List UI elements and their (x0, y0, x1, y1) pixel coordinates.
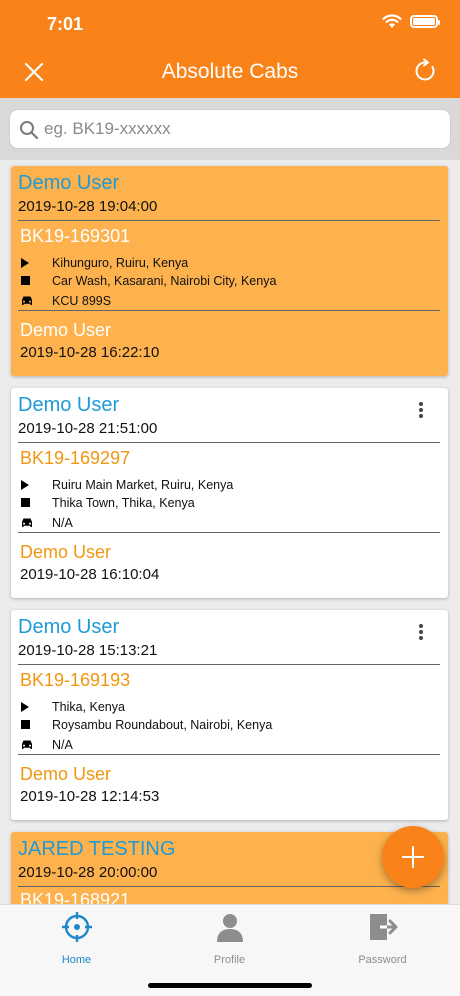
pickup-address: Ruiru Main Market, Ruiru, Kenya (52, 478, 234, 492)
vehicle-row: N/A (20, 516, 73, 530)
tab-profile[interactable]: Profile (153, 911, 306, 966)
add-booking-button[interactable] (382, 826, 444, 888)
car-icon (20, 295, 40, 307)
pickup-row: Kihunguro, Ruiru, Kenya (20, 256, 188, 270)
dropoff-icon (20, 497, 40, 509)
created-by: Demo User (20, 764, 112, 784)
person-icon (216, 914, 243, 942)
search-icon (20, 121, 39, 140)
booking-ref: BK19-168921 (20, 890, 131, 904)
created-at: 2019-10-28 16:10:04 (20, 566, 160, 583)
tab-label: Password (358, 954, 407, 966)
dropoff-row: Thika Town, Thika, Kenya (20, 496, 195, 510)
vehicle-plate: N/A (52, 516, 73, 530)
customer-name: Demo User (18, 172, 120, 194)
pickup-address: Kihunguro, Ruiru, Kenya (52, 256, 189, 270)
pickup-icon (20, 701, 40, 713)
pickup-icon (20, 479, 40, 491)
search-input[interactable] (44, 110, 442, 148)
created-at: 2019-10-28 12:14:53 (20, 788, 160, 805)
booking-card[interactable]: Demo User 2019-10-28 15:13:21 BK19-16919… (11, 610, 448, 820)
booking-ref: BK19-169297 (20, 448, 131, 468)
divider (18, 532, 440, 533)
divider (18, 442, 440, 443)
scheduled-time: 2019-10-28 21:51:00 (18, 420, 158, 437)
pickup-icon (20, 257, 40, 269)
divider (18, 886, 440, 887)
tab-label: Profile (213, 954, 246, 966)
pickup-address: Thika, Kenya (52, 700, 125, 714)
divider (18, 220, 440, 221)
divider (18, 664, 440, 665)
crosshair-icon (61, 912, 92, 942)
dropoff-icon (20, 275, 40, 287)
dropoff-address: Thika Town, Thika, Kenya (52, 496, 195, 510)
customer-name: Demo User (18, 616, 120, 638)
tab-password[interactable]: Password (306, 911, 459, 966)
vehicle-row: N/A (20, 738, 73, 752)
dropoff-address: Car Wash, Kasarani, Nairobi City, Kenya (52, 274, 277, 288)
booking-ref: BK19-169301 (20, 226, 131, 246)
customer-name: Demo User (18, 394, 120, 416)
vehicle-row: KCU 899S (20, 294, 111, 308)
scheduled-time: 2019-10-28 20:00:00 (18, 864, 158, 881)
vehicle-plate: N/A (52, 738, 73, 752)
status-time: 7:01 (47, 14, 84, 34)
booking-card[interactable]: Demo User 2019-10-28 19:04:00 BK19-16930… (11, 166, 448, 376)
search-box[interactable] (9, 109, 451, 149)
dropoff-row: Roysambu Roundabout, Nairobi, Kenya (20, 718, 272, 732)
more-options-icon[interactable] (418, 624, 424, 642)
tab-bar: Home Profile Password (0, 904, 460, 996)
pickup-row: Thika, Kenya (20, 700, 125, 714)
booking-card[interactable]: Demo User 2019-10-28 21:51:00 BK19-16929… (11, 388, 448, 598)
scheduled-time: 2019-10-28 19:04:00 (18, 198, 158, 215)
booking-ref: BK19-169193 (20, 670, 131, 690)
more-options-icon[interactable] (418, 402, 424, 420)
booking-list: Demo User 2019-10-28 19:04:00 BK19-16930… (0, 160, 460, 904)
dropoff-icon (20, 719, 40, 731)
divider (18, 310, 440, 311)
wifi-icon (382, 14, 402, 28)
scheduled-time: 2019-10-28 15:13:21 (18, 642, 158, 659)
status-icons (382, 14, 440, 29)
battery-icon (410, 15, 440, 28)
tab-home[interactable]: Home (0, 911, 153, 966)
refresh-icon[interactable] (412, 58, 438, 84)
created-at: 2019-10-28 16:22:10 (20, 344, 160, 361)
booking-card[interactable]: JARED TESTING 2019-10-28 20:00:00 BK19-1… (11, 832, 448, 904)
home-indicator (148, 983, 312, 988)
pickup-row: Ruiru Main Market, Ruiru, Kenya (20, 478, 233, 492)
created-by: Demo User (20, 542, 112, 562)
divider (18, 754, 440, 755)
tab-label: Home (61, 954, 92, 966)
customer-name: JARED TESTING (18, 838, 176, 860)
car-icon (20, 739, 40, 751)
logout-icon (369, 914, 397, 940)
vehicle-plate: KCU 899S (52, 294, 112, 308)
page-title: Absolute Cabs (161, 60, 299, 83)
dropoff-row: Car Wash, Kasarani, Nairobi City, Kenya (20, 274, 276, 288)
app-header: 7:01 Absolute Cabs (0, 0, 460, 98)
dropoff-address: Roysambu Roundabout, Nairobi, Kenya (52, 718, 273, 732)
created-by: Demo User (20, 320, 112, 340)
car-icon (20, 517, 40, 529)
search-bar (0, 98, 460, 160)
